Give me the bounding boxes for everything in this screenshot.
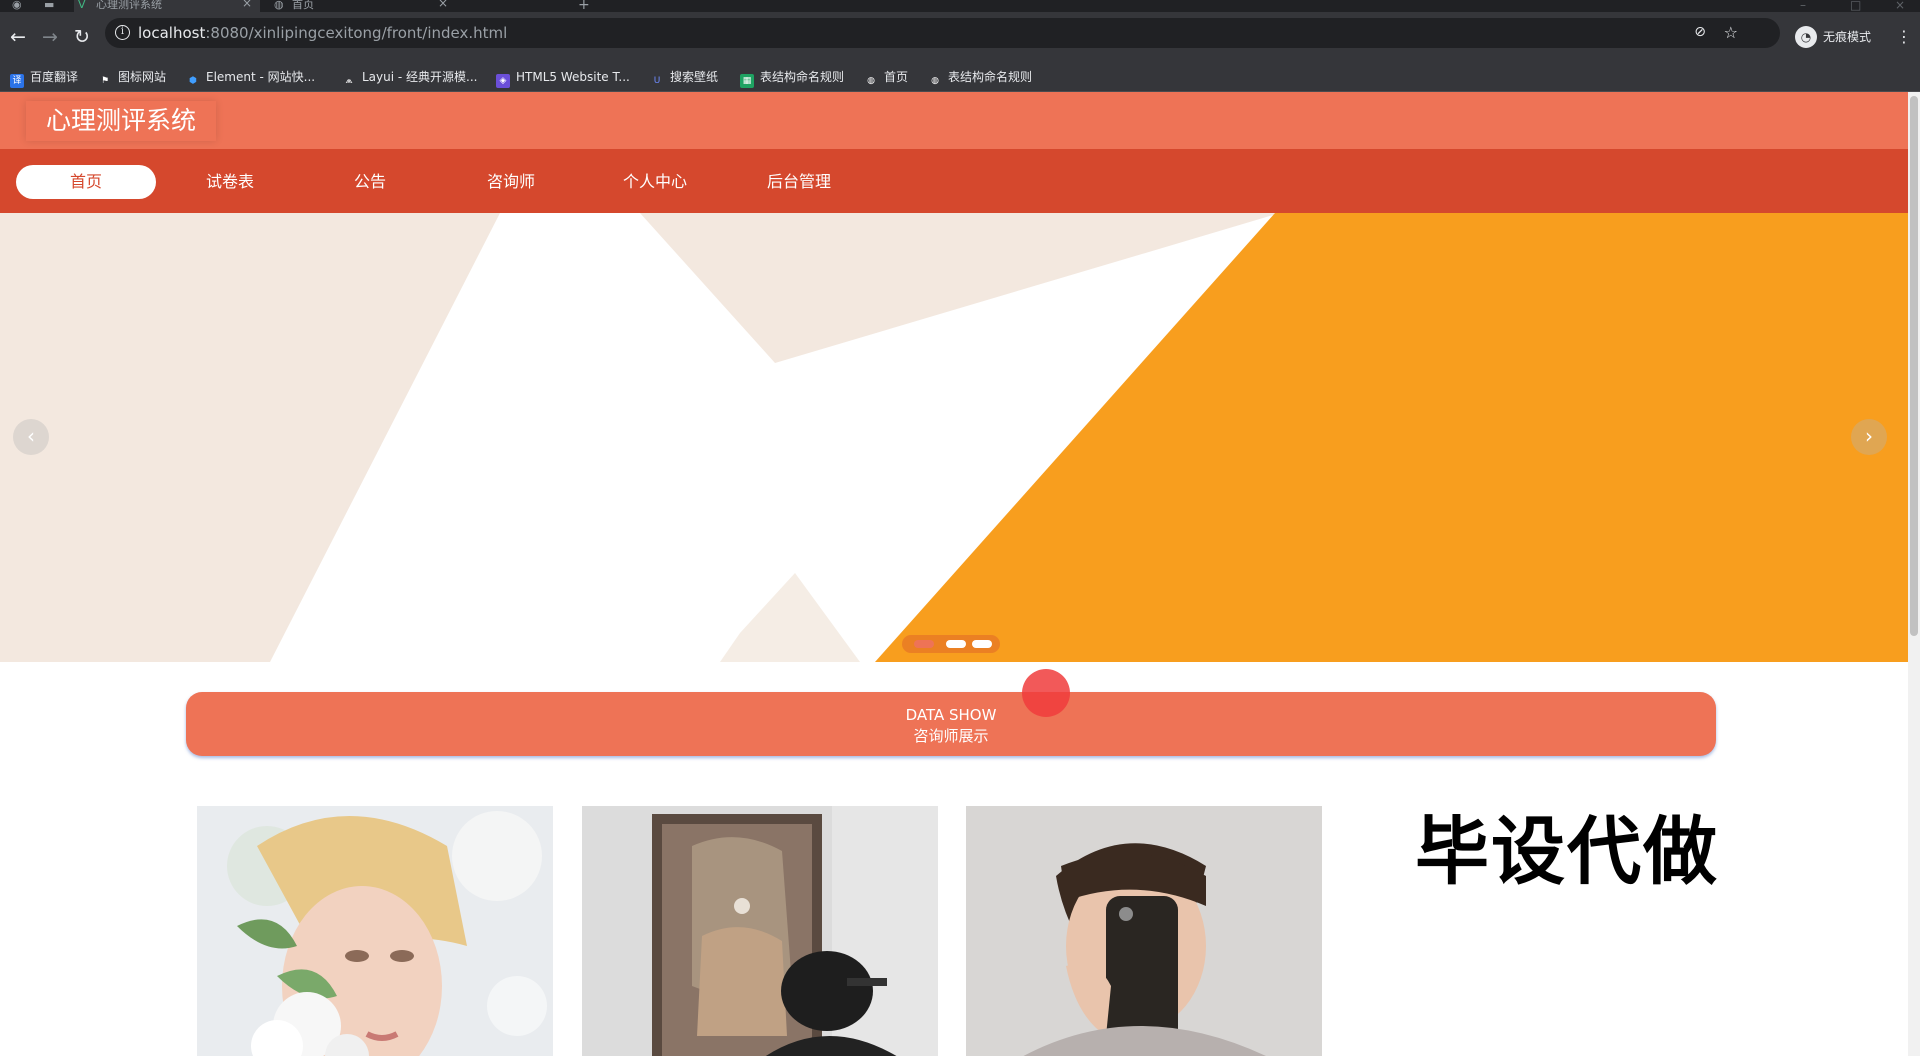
browser-menu-icon[interactable]: ⋮ [1896,26,1912,48]
page-scrollbar[interactable] [1908,92,1920,1056]
click-indicator [1022,669,1070,717]
sheet-icon: ▦ [740,74,754,88]
section-title-counselors: DATA SHOW 咨询师展示 [186,692,1716,756]
nav-exam-papers[interactable]: 试卷表 [160,165,300,199]
counselor-photo [582,806,938,1056]
banner-carousel[interactable]: ‹ › [0,213,1908,662]
section-title-zh: 咨询师展示 [913,727,989,745]
site-header: 心理测评系统 [0,92,1908,149]
scrollbar-thumb[interactable] [1910,96,1918,636]
watermark-text: 毕设代做 [1415,809,1719,895]
forward-button[interactable]: → [39,26,61,48]
tab-grid-icon[interactable]: ▬ [44,0,60,12]
globe-icon: ◍ [931,76,939,86]
globe-icon: ◍ [867,76,875,86]
new-tab-button[interactable]: + [578,0,590,12]
main-nav: 首页 试卷表 公告 咨询师 个人中心 后台管理 [0,149,1908,213]
nav-announcements[interactable]: 公告 [300,165,440,199]
bookmark-item[interactable]: ◍ 表结构命名规则 [928,69,1032,86]
close-tab-icon[interactable]: × [438,0,448,9]
counselor-card[interactable] [197,806,553,1056]
tracking-blocked-icon[interactable]: ⊘ [1694,24,1706,40]
bookmark-item[interactable]: ◍ 首页 [864,69,908,86]
baidu-translate-icon: 译 [10,74,24,88]
carousel-next-button[interactable]: › [1851,419,1887,455]
carousel-dot[interactable] [914,640,934,648]
tab-home[interactable]: ◍ 首页 × [270,0,456,12]
incognito-icon: ◔ [1795,26,1817,48]
bookmark-item[interactable]: ◈ HTML5 Website T... [496,69,630,88]
bookmarks-bar: 译百度翻译 ⚑ 图标网站 ⬢ Element - 网站快... ⩕ Layui - 经… [0,62,1920,92]
back-button[interactable]: ← [7,26,29,48]
bookmark-item[interactable]: U 搜索壁纸 [650,69,718,86]
address-bar[interactable]: i localhost:8080/xinlipingcexitong/front… [105,18,1780,48]
html5-template-icon: ◈ [496,74,510,88]
maximize-icon[interactable]: □ [1850,0,1861,12]
counselor-card[interactable] [582,806,938,1056]
element-icon: ⬢ [189,76,197,86]
banner-slide-image [0,213,1908,662]
carousel-dot[interactable] [946,640,966,648]
bookmark-item[interactable]: 译百度翻译 [10,69,78,88]
nav-counselors[interactable]: 咨询师 [441,165,581,199]
bookmark-item[interactable]: ⚑ 图标网站 [98,69,166,86]
carousel-dot[interactable] [972,640,992,648]
section-title-en: DATA SHOW [905,706,997,724]
nav-personal-center[interactable]: 个人中心 [585,165,725,199]
site-info-icon[interactable]: i [115,25,130,40]
tab-title: 首页 [292,0,314,11]
site-title[interactable]: 心理测评系统 [26,101,216,141]
nav-admin[interactable]: 后台管理 [729,165,869,199]
bookmark-star-icon[interactable]: ☆ [1724,23,1738,42]
bookmark-item[interactable]: ▦ 表结构命名规则 [740,69,844,88]
counselor-photo [966,806,1322,1056]
browser-tab-strip: ◉ ▬ V 心理测评系统 × ◍ 首页 × + – □ × [0,0,1920,12]
bookmark-item[interactable]: ⬢ Element - 网站快... [186,69,315,86]
nav-home[interactable]: 首页 [16,165,156,199]
reload-button[interactable]: ↻ [71,26,93,48]
incognito-indicator[interactable]: ◔ 无痕模式 [1795,26,1871,48]
chrome-logo-icon: ◉ [12,0,22,11]
counselor-card[interactable] [966,806,1322,1056]
flag-icon: ⚑ [100,76,110,86]
close-tab-icon[interactable]: × [242,0,252,9]
wallpaper-icon: U [653,76,661,86]
bookmark-item[interactable]: ⩕ Layui - 经典开源模... [342,69,477,86]
carousel-prev-button[interactable]: ‹ [13,419,49,455]
url-text[interactable]: localhost:8080/xinlipingcexitong/front/i… [138,24,507,42]
web-page: 心理测评系统 首页 试卷表 公告 咨询师 个人中心 后台管理 ‹ › DATA … [0,92,1908,1056]
browser-toolbar: ← → ↻ i localhost:8080/xinlipingcexitong… [0,12,1920,62]
close-window-icon[interactable]: × [1895,0,1905,12]
minimize-icon[interactable]: – [1800,0,1806,12]
vue-icon: V [78,0,86,11]
globe-icon: ◍ [274,0,284,11]
tab-title: 心理测评系统 [96,0,162,11]
tab-xinli[interactable]: V 心理测评系统 × [74,0,260,12]
layui-icon: ⩕ [345,76,353,86]
counselor-photo [197,806,553,1056]
carousel-indicators [902,635,1000,653]
